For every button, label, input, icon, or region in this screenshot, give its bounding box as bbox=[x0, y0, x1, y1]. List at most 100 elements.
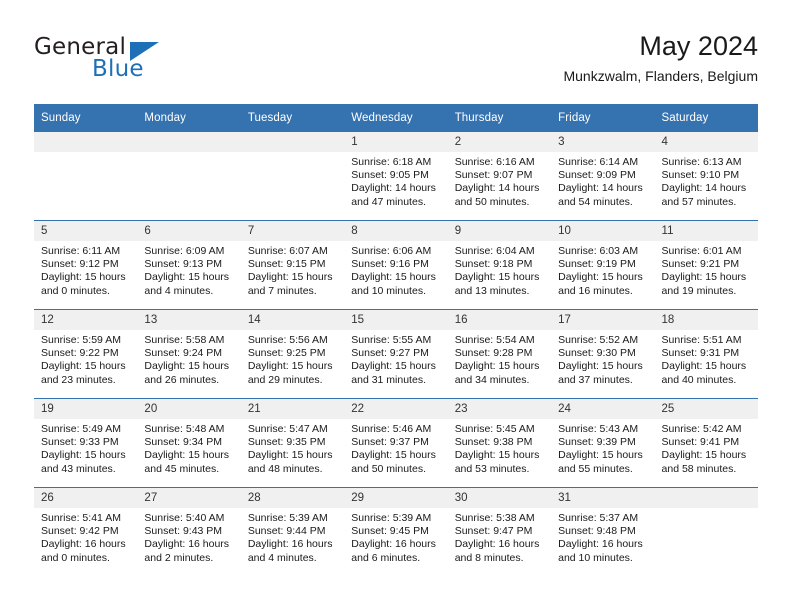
sunset-text: Sunset: 9:21 PM bbox=[661, 258, 740, 271]
calendar-day-cell[interactable]: 29 Sunrise: 5:39 AM Sunset: 9:45 PM Dayligh… bbox=[344, 487, 448, 576]
daylight-text-line2: and 43 minutes. bbox=[41, 462, 116, 475]
calendar-week-row: 12 Sunrise: 5:59 AM Sunset: 9:22 PM Dayligh… bbox=[34, 309, 758, 399]
sunrise-text: Sunrise: 6:04 AM bbox=[454, 245, 535, 257]
calendar-day-cell[interactable]: 5 Sunrise: 6:11 AM Sunset: 9:12 PM Daylight… bbox=[34, 220, 138, 310]
sunrise-sunset-calendar: Sunday Monday Tuesday Wednesday Thursday… bbox=[34, 104, 758, 576]
daylight-text-line1: Daylight: 14 hours bbox=[454, 182, 540, 195]
calendar-day-cell[interactable]: 12 Sunrise: 5:59 AM Sunset: 9:22 PM Dayligh… bbox=[34, 309, 138, 399]
daylight-text-line2: and 57 minutes. bbox=[661, 195, 737, 208]
daylight-text-line1: Daylight: 15 hours bbox=[41, 271, 126, 284]
day-number bbox=[137, 132, 241, 152]
sunrise-text: Sunrise: 6:03 AM bbox=[558, 245, 639, 257]
sunrise-text: Sunrise: 5:52 AM bbox=[558, 334, 639, 346]
calendar-day-cell[interactable]: 6 Sunrise: 6:09 AM Sunset: 9:13 PM Daylight… bbox=[137, 220, 241, 310]
sunset-text: Sunset: 9:39 PM bbox=[558, 436, 636, 449]
sunset-text: Sunset: 9:35 PM bbox=[247, 436, 326, 449]
daylight-text-line2: and 50 minutes. bbox=[454, 195, 530, 208]
calendar-day-cell[interactable]: 20 Sunrise: 5:48 AM Sunset: 9:34 PM Dayligh… bbox=[137, 398, 241, 488]
calendar-day-cell[interactable]: 13 Sunrise: 5:58 AM Sunset: 9:24 PM Dayligh… bbox=[137, 309, 241, 399]
calendar-day-cell[interactable]: 7 Sunrise: 6:07 AM Sunset: 9:15 PM Daylight… bbox=[240, 220, 345, 310]
day-number: 4 bbox=[654, 132, 758, 152]
calendar-day-cell[interactable]: 17 Sunrise: 5:52 AM Sunset: 9:30 PM Dayligh… bbox=[551, 309, 655, 399]
general-blue-logo[interactable]: General Blue bbox=[34, 34, 254, 92]
calendar-day-cell[interactable]: 23 Sunrise: 5:45 AM Sunset: 9:38 PM Dayligh… bbox=[447, 398, 552, 488]
sunrise-text: Sunrise: 6:16 AM bbox=[454, 156, 535, 168]
calendar-day-cell[interactable]: 14 Sunrise: 5:56 AM Sunset: 9:25 PM Dayligh… bbox=[240, 309, 345, 399]
daylight-text-line1: Daylight: 15 hours bbox=[454, 449, 540, 462]
calendar-day-cell[interactable]: 18 Sunrise: 5:51 AM Sunset: 9:31 PM Dayligh… bbox=[654, 309, 758, 399]
day-number: 12 bbox=[34, 310, 138, 330]
calendar-day-cell[interactable]: 10 Sunrise: 6:03 AM Sunset: 9:19 PM Dayligh… bbox=[551, 220, 655, 310]
calendar-day-cell[interactable]: 22 Sunrise: 5:46 AM Sunset: 9:37 PM Dayligh… bbox=[344, 398, 448, 488]
daylight-text-line2: and 45 minutes. bbox=[144, 462, 220, 475]
daylight-text-line2: and 6 minutes. bbox=[351, 551, 421, 564]
day-details: Sunrise: 6:18 AM Sunset: 9:05 PM Daylight:… bbox=[344, 152, 447, 209]
calendar-day-cell[interactable]: 1 Sunrise: 6:18 AM Sunset: 9:05 PM Daylight… bbox=[344, 131, 448, 221]
sunrise-text: Sunrise: 5:48 AM bbox=[144, 423, 225, 435]
calendar-day-cell-empty bbox=[137, 131, 241, 221]
sunrise-text: Sunrise: 5:58 AM bbox=[144, 334, 225, 346]
sunrise-text: Sunrise: 5:42 AM bbox=[661, 423, 742, 435]
calendar-day-cell[interactable]: 24 Sunrise: 5:43 AM Sunset: 9:39 PM Dayligh… bbox=[551, 398, 655, 488]
calendar-day-cell[interactable]: 25 Sunrise: 5:42 AM Sunset: 9:41 PM Dayligh… bbox=[654, 398, 758, 488]
sunset-text: Sunset: 9:48 PM bbox=[558, 525, 636, 538]
calendar-day-cell[interactable]: 15 Sunrise: 5:55 AM Sunset: 9:27 PM Dayligh… bbox=[344, 309, 448, 399]
sunset-text: Sunset: 9:25 PM bbox=[247, 347, 326, 360]
day-number: 13 bbox=[137, 310, 241, 330]
sunrise-text: Sunrise: 5:54 AM bbox=[454, 334, 535, 346]
calendar-day-cell[interactable]: 11 Sunrise: 6:01 AM Sunset: 9:21 PM Dayligh… bbox=[654, 220, 758, 310]
day-number: 18 bbox=[654, 310, 758, 330]
daylight-text-line1: Daylight: 15 hours bbox=[661, 271, 747, 284]
sunrise-text: Sunrise: 5:55 AM bbox=[351, 334, 432, 346]
title-block: May 2024 Munkzwalm, Flanders, Belgium bbox=[563, 30, 758, 86]
day-details: Sunrise: 5:47 AM Sunset: 9:35 PM Daylight:… bbox=[241, 419, 344, 476]
day-details: Sunrise: 5:46 AM Sunset: 9:37 PM Daylight:… bbox=[344, 419, 447, 476]
sunrise-text: Sunrise: 6:13 AM bbox=[661, 156, 742, 168]
day-details: Sunrise: 5:59 AM Sunset: 9:22 PM Daylight:… bbox=[34, 330, 137, 387]
calendar-day-cell[interactable]: 26 Sunrise: 5:41 AM Sunset: 9:42 PM Dayligh… bbox=[34, 487, 138, 576]
daylight-text-line1: Daylight: 16 hours bbox=[351, 538, 436, 551]
calendar-day-cell[interactable]: 30 Sunrise: 5:38 AM Sunset: 9:47 PM Dayligh… bbox=[447, 487, 552, 576]
daylight-text-line1: Daylight: 14 hours bbox=[351, 182, 436, 195]
calendar-day-cell[interactable]: 8 Sunrise: 6:06 AM Sunset: 9:16 PM Daylight… bbox=[344, 220, 448, 310]
day-details: Sunrise: 5:55 AM Sunset: 9:27 PM Daylight:… bbox=[344, 330, 447, 387]
daylight-text-line2: and 29 minutes. bbox=[247, 373, 323, 386]
sunset-text: Sunset: 9:22 PM bbox=[41, 347, 119, 360]
day-details: Sunrise: 5:51 AM Sunset: 9:31 PM Daylight:… bbox=[655, 330, 758, 387]
day-number: 15 bbox=[344, 310, 448, 330]
sunset-text: Sunset: 9:24 PM bbox=[144, 347, 223, 360]
daylight-text-line2: and 16 minutes. bbox=[558, 284, 633, 297]
calendar-day-cell[interactable]: 27 Sunrise: 5:40 AM Sunset: 9:43 PM Dayligh… bbox=[137, 487, 241, 576]
sunrise-text: Sunrise: 5:37 AM bbox=[558, 512, 639, 524]
day-number: 30 bbox=[447, 488, 552, 508]
sunset-text: Sunset: 9:45 PM bbox=[351, 525, 429, 538]
calendar-day-cell[interactable]: 3 Sunrise: 6:14 AM Sunset: 9:09 PM Daylight… bbox=[551, 131, 655, 221]
sunset-text: Sunset: 9:09 PM bbox=[558, 169, 636, 182]
daylight-text-line1: Daylight: 16 hours bbox=[41, 538, 126, 551]
day-number: 14 bbox=[240, 310, 345, 330]
daylight-text-line1: Daylight: 15 hours bbox=[247, 271, 333, 284]
daylight-text-line2: and 53 minutes. bbox=[454, 462, 530, 475]
daylight-text-line2: and 54 minutes. bbox=[558, 195, 633, 208]
daylight-text-line2: and 37 minutes. bbox=[558, 373, 633, 386]
weekday-header-saturday: Saturday bbox=[654, 104, 758, 132]
daylight-text-line1: Daylight: 15 hours bbox=[558, 360, 643, 373]
daylight-text-line2: and 10 minutes. bbox=[558, 551, 633, 564]
weekday-header-sunday: Sunday bbox=[34, 104, 138, 132]
calendar-day-cell[interactable]: 9 Sunrise: 6:04 AM Sunset: 9:18 PM Daylight… bbox=[447, 220, 552, 310]
calendar-day-cell[interactable]: 19 Sunrise: 5:49 AM Sunset: 9:33 PM Dayligh… bbox=[34, 398, 138, 488]
daylight-text-line1: Daylight: 15 hours bbox=[351, 360, 436, 373]
calendar-day-cell[interactable]: 21 Sunrise: 5:47 AM Sunset: 9:35 PM Dayligh… bbox=[240, 398, 345, 488]
calendar-day-cell[interactable]: 16 Sunrise: 5:54 AM Sunset: 9:28 PM Dayligh… bbox=[447, 309, 552, 399]
sunset-text: Sunset: 9:34 PM bbox=[144, 436, 223, 449]
day-number bbox=[240, 132, 345, 152]
calendar-day-cell[interactable]: 28 Sunrise: 5:39 AM Sunset: 9:44 PM Dayligh… bbox=[240, 487, 345, 576]
day-number: 31 bbox=[551, 488, 655, 508]
sunset-text: Sunset: 9:41 PM bbox=[661, 436, 740, 449]
daylight-text-line2: and 55 minutes. bbox=[558, 462, 633, 475]
calendar-day-cell[interactable]: 4 Sunrise: 6:13 AM Sunset: 9:10 PM Daylight… bbox=[654, 131, 758, 221]
sunset-text: Sunset: 9:44 PM bbox=[247, 525, 326, 538]
calendar-day-cell[interactable]: 31 Sunrise: 5:37 AM Sunset: 9:48 PM Dayligh… bbox=[551, 487, 655, 576]
calendar-day-cell[interactable]: 2 Sunrise: 6:16 AM Sunset: 9:07 PM Daylight… bbox=[447, 131, 552, 221]
sunrise-text: Sunrise: 6:11 AM bbox=[41, 245, 121, 257]
